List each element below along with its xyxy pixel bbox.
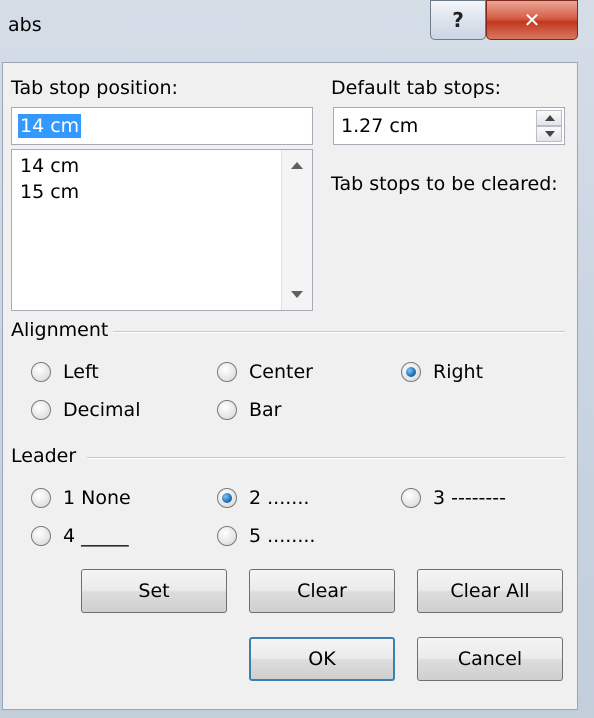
- set-button[interactable]: Set: [81, 569, 227, 613]
- window-title: abs: [8, 14, 42, 36]
- radio-circle: [31, 488, 51, 508]
- spinner-buttons: [536, 110, 562, 142]
- radio-label: 5 ........: [249, 525, 316, 547]
- alignment-left-radio[interactable]: Left: [31, 361, 99, 383]
- ok-button[interactable]: OK: [249, 637, 395, 681]
- dialog-window: abs ? ✕ Tab stop position: 14 cm 14 cm 1…: [0, 0, 594, 718]
- leader-3-radio[interactable]: 3 --------: [401, 487, 506, 509]
- list-item[interactable]: 14 cm: [20, 154, 79, 178]
- radio-circle-selected: [217, 488, 237, 508]
- radio-circle: [401, 488, 421, 508]
- default-tab-stops-spinner[interactable]: 1.27 cm: [333, 107, 565, 145]
- alignment-label: Alignment: [11, 319, 109, 341]
- leader-2-radio[interactable]: 2 .......: [217, 487, 309, 509]
- radio-label: Decimal: [63, 399, 141, 421]
- radio-label: Left: [63, 361, 99, 383]
- default-tab-stops-value: 1.27 cm: [341, 115, 419, 137]
- radio-label: 2 .......: [249, 487, 310, 509]
- clear-button[interactable]: Clear: [249, 569, 395, 613]
- radio-circle: [217, 400, 237, 420]
- radio-circle: [31, 526, 51, 546]
- radio-circle: [217, 362, 237, 382]
- leader-5-radio[interactable]: 5 ........: [217, 525, 315, 547]
- close-icon: ✕: [523, 8, 541, 32]
- tab-stops-cleared-label: Tab stops to be cleared:: [331, 173, 558, 195]
- dialog-client-area: Tab stop position: 14 cm 14 cm 15 cm Def…: [2, 62, 578, 710]
- alignment-bar-radio[interactable]: Bar: [217, 399, 282, 421]
- alignment-decimal-radio[interactable]: Decimal: [31, 399, 140, 421]
- radio-label: 4 _____: [63, 525, 129, 547]
- scroll-up-icon[interactable]: [291, 162, 303, 169]
- clear-all-button[interactable]: Clear All: [417, 569, 563, 613]
- leader-divider: [87, 457, 565, 459]
- radio-label: 3 --------: [433, 487, 506, 509]
- radio-circle: [31, 400, 51, 420]
- radio-label: 1 None: [63, 487, 131, 509]
- radio-label: Bar: [249, 399, 282, 421]
- radio-circle: [31, 362, 51, 382]
- list-scrollbar[interactable]: [281, 150, 312, 310]
- scroll-down-icon[interactable]: [291, 291, 303, 298]
- radio-circle: [217, 526, 237, 546]
- spin-down-button[interactable]: [536, 126, 562, 142]
- tab-stop-position-label: Tab stop position:: [11, 77, 178, 99]
- chevron-up-icon: [545, 115, 555, 121]
- tab-stop-position-input[interactable]: 14 cm: [11, 107, 313, 145]
- chevron-down-icon: [545, 131, 555, 137]
- radio-label: Center: [249, 361, 313, 383]
- help-icon: ?: [452, 8, 464, 32]
- cancel-button[interactable]: Cancel: [417, 637, 563, 681]
- alignment-divider: [113, 331, 565, 333]
- default-tab-stops-label: Default tab stops:: [331, 77, 501, 99]
- leader-label: Leader: [11, 445, 77, 467]
- leader-1-radio[interactable]: 1 None: [31, 487, 131, 509]
- spin-up-button[interactable]: [536, 110, 562, 126]
- leader-4-radio[interactable]: 4 _____: [31, 525, 129, 547]
- list-item[interactable]: 15 cm: [20, 180, 79, 204]
- close-button[interactable]: ✕: [486, 0, 578, 40]
- tab-stop-list[interactable]: 14 cm 15 cm: [11, 149, 313, 311]
- alignment-center-radio[interactable]: Center: [217, 361, 313, 383]
- tab-stop-position-value: 14 cm: [18, 114, 82, 138]
- help-button[interactable]: ?: [430, 0, 486, 40]
- radio-circle-selected: [401, 362, 421, 382]
- radio-label: Right: [433, 361, 484, 383]
- alignment-right-radio[interactable]: Right: [401, 361, 483, 383]
